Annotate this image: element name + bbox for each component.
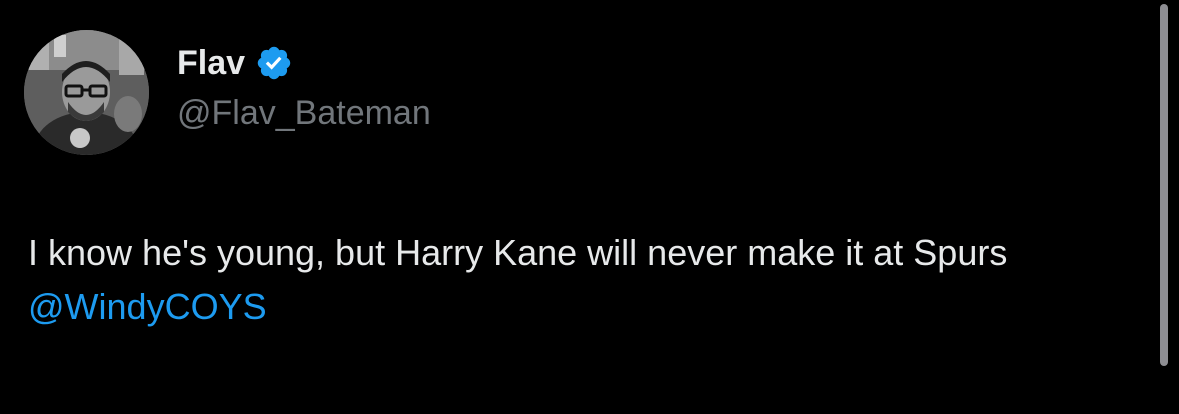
user-handle[interactable]: @Flav_Bateman xyxy=(177,91,431,135)
tweet-body: I know he's young, but Harry Kane will n… xyxy=(28,232,1008,273)
verified-badge-icon xyxy=(255,44,293,82)
mention-link[interactable]: @WindyCOYS xyxy=(28,286,267,327)
display-name[interactable]: Flav xyxy=(177,40,245,86)
display-name-row: Flav xyxy=(177,40,293,86)
profile-photo xyxy=(24,30,149,155)
tweet-card: Flav @Flav_Bateman I know he's young, bu… xyxy=(0,0,1179,414)
tweet-text: I know he's young, but Harry Kane will n… xyxy=(28,226,1138,334)
scrollbar[interactable] xyxy=(1160,4,1168,366)
avatar[interactable] xyxy=(24,30,149,155)
